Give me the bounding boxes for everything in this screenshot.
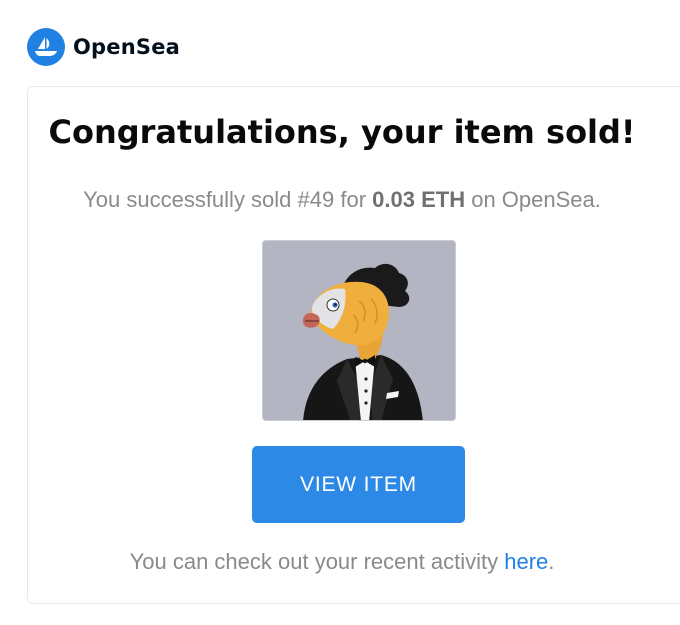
nft-image[interactable]	[262, 240, 456, 421]
headline: Congratulations, your item sold!	[48, 113, 636, 151]
fish-in-tuxedo-icon	[263, 241, 455, 420]
sale-summary: You successfully sold #49 for 0.03 ETH o…	[28, 187, 656, 213]
activity-link[interactable]: here	[504, 549, 548, 574]
brand-name: OpenSea	[73, 35, 181, 59]
sale-card: Congratulations, your item sold! You suc…	[27, 86, 680, 604]
sale-middle: for	[334, 187, 373, 212]
sale-price: 0.03 ETH	[372, 187, 466, 212]
opensea-logo-icon	[27, 28, 65, 66]
view-item-button[interactable]: VIEW ITEM	[252, 446, 465, 523]
footer-suffix: .	[548, 549, 555, 574]
sale-suffix: on OpenSea.	[465, 187, 601, 212]
item-number: #49	[297, 187, 335, 212]
footer-prefix: You can check out your recent activity	[129, 549, 505, 574]
activity-footer: You can check out your recent activity h…	[28, 549, 656, 575]
email-page: OpenSea Congratulations, your item sold!…	[0, 0, 680, 625]
sale-prefix: You successfully sold	[83, 187, 298, 212]
brand-header[interactable]: OpenSea	[27, 28, 180, 66]
